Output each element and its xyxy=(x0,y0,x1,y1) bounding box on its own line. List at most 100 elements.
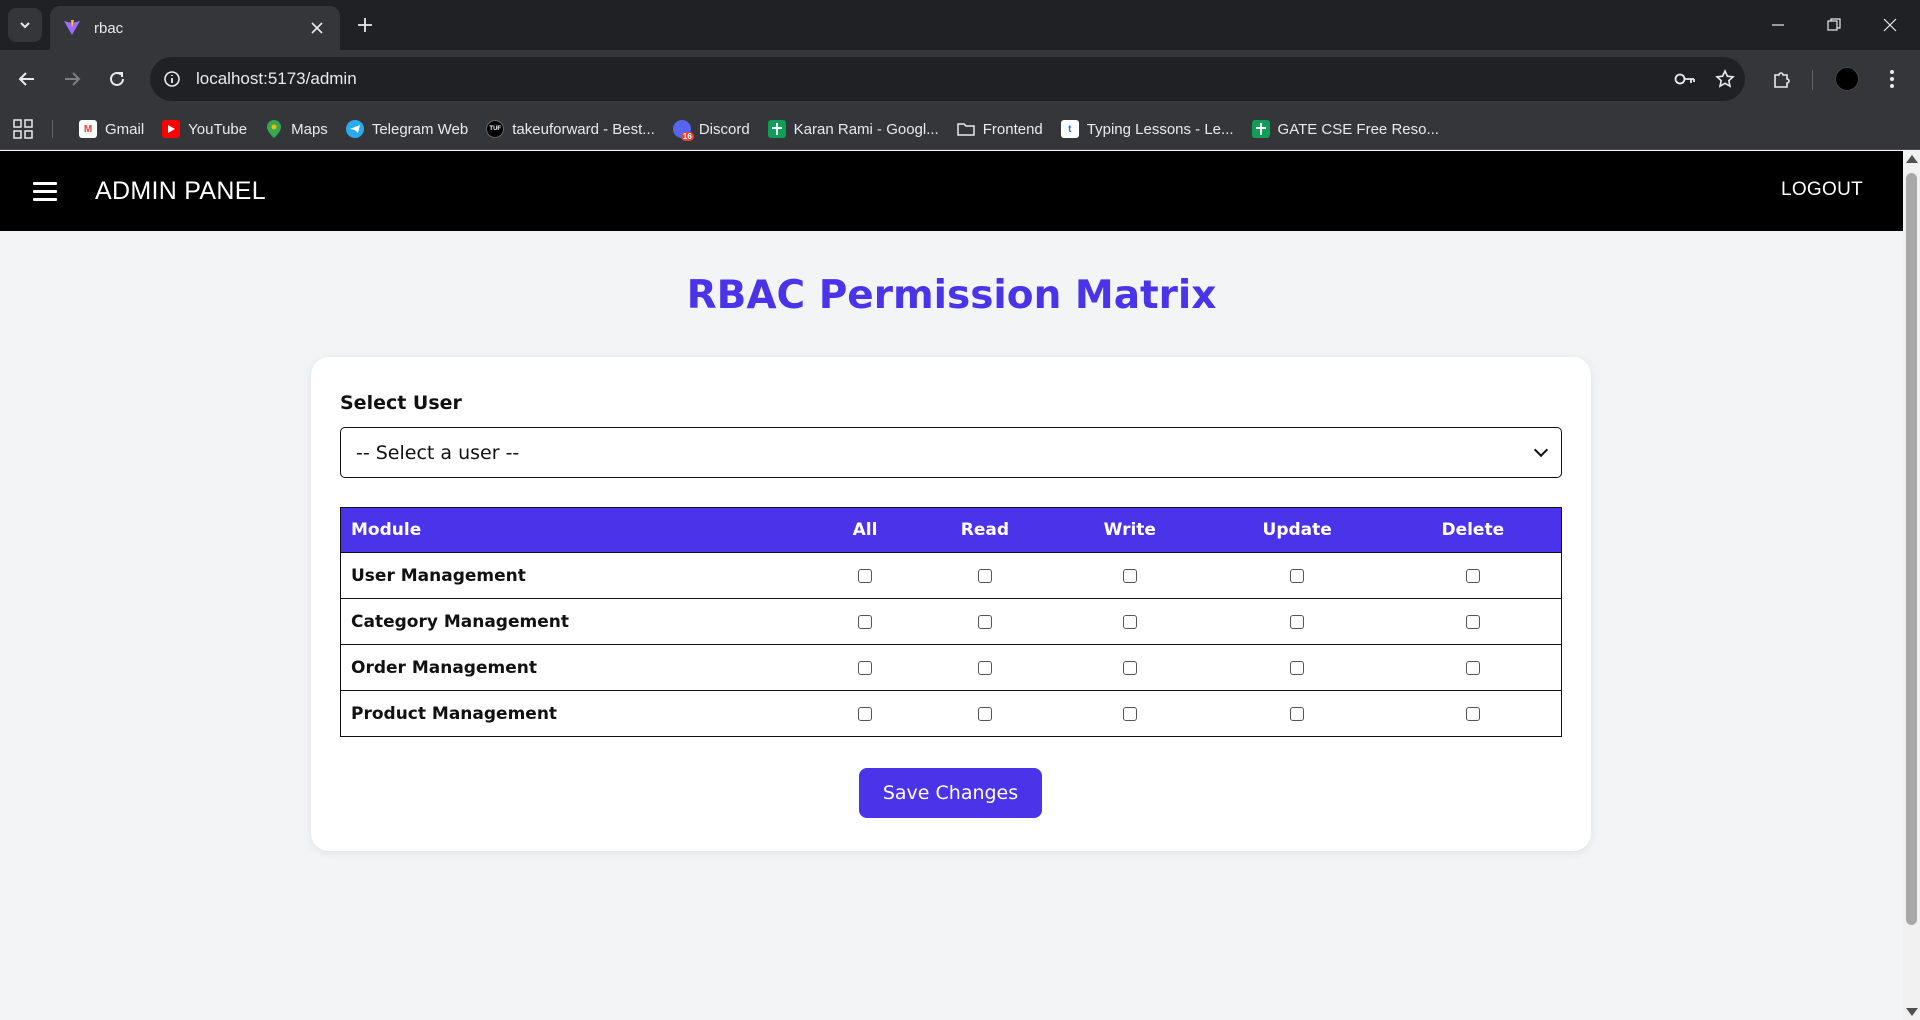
apps-grid-icon[interactable] xyxy=(12,118,34,140)
password-key-icon[interactable] xyxy=(1665,59,1705,99)
checkbox-update[interactable] xyxy=(1290,706,1305,721)
bookmark-label: GATE CSE Free Reso... xyxy=(1277,120,1439,138)
bookmark-discord[interactable]: 16 Discord xyxy=(666,114,757,144)
scroll-down-arrow-icon[interactable] xyxy=(1906,1008,1918,1016)
bookmark-telegram[interactable]: Telegram Web xyxy=(339,114,475,144)
bookmark-star-icon[interactable] xyxy=(1705,59,1745,99)
column-header-module: Module xyxy=(340,507,811,553)
column-header-write: Write xyxy=(1049,507,1210,553)
sheets-icon xyxy=(1251,120,1270,138)
checkbox-write[interactable] xyxy=(1122,568,1137,583)
hamburger-menu-icon[interactable] xyxy=(30,177,60,205)
bookmark-label: Gmail xyxy=(105,120,145,138)
logout-button[interactable]: LOGOUT xyxy=(1781,179,1863,201)
extensions-button[interactable] xyxy=(1765,62,1799,96)
app-title: ADMIN PANEL xyxy=(95,177,266,205)
module-name: Product Management xyxy=(340,690,811,737)
bookmark-label: Karan Rami - Googl... xyxy=(793,120,939,138)
tuf-icon: TUF xyxy=(486,120,505,138)
page-scrollbar[interactable] xyxy=(1903,151,1920,1020)
table-row: Category Management xyxy=(340,598,1562,645)
table-header-row: Module All Read Write Update Delete xyxy=(340,507,1562,553)
bookmark-label: Maps xyxy=(291,120,328,138)
checkbox-all[interactable] xyxy=(858,660,873,675)
bookmark-frontend-folder[interactable]: Frontend xyxy=(950,114,1050,144)
checkbox-read[interactable] xyxy=(977,614,992,629)
browser-tab[interactable]: rbac xyxy=(50,6,340,50)
restore-button[interactable] xyxy=(1806,0,1862,50)
checkbox-read[interactable] xyxy=(977,706,992,721)
checkbox-write[interactable] xyxy=(1122,706,1137,721)
back-button[interactable] xyxy=(10,62,44,96)
checkbox-delete[interactable] xyxy=(1465,568,1480,583)
bookmark-gmail[interactable]: M Gmail xyxy=(72,114,151,144)
bookmark-label: Telegram Web xyxy=(371,120,469,138)
bookmark-label: Frontend xyxy=(982,120,1043,138)
select-user-label: Select User xyxy=(340,392,462,414)
bookmark-takeuforward[interactable]: TUF takeuforward - Best... xyxy=(479,114,662,144)
save-changes-button[interactable]: Save Changes xyxy=(859,768,1042,818)
module-name: Category Management xyxy=(340,598,811,645)
bookmarks-divider xyxy=(52,120,53,138)
bookmark-list: M Gmail YouTube Maps Telegram Web TUF ta… xyxy=(72,108,1450,150)
checkbox-write[interactable] xyxy=(1122,614,1137,629)
profile-button[interactable] xyxy=(1830,62,1864,96)
bookmark-typing-lessons[interactable]: t Typing Lessons - Le... xyxy=(1054,114,1241,144)
typing-icon: t xyxy=(1060,120,1079,138)
bookmark-gate-cse[interactable]: GATE CSE Free Reso... xyxy=(1245,114,1446,144)
checkbox-delete[interactable] xyxy=(1465,614,1480,629)
restore-icon xyxy=(1827,18,1841,31)
reload-button[interactable] xyxy=(100,62,134,96)
checkbox-delete[interactable] xyxy=(1465,706,1480,721)
minimize-icon xyxy=(1772,24,1784,26)
table-row: Order Management xyxy=(340,644,1562,691)
url-text: localhost:5173/admin xyxy=(196,69,357,88)
page-title: RBAC Permission Matrix xyxy=(686,273,1217,318)
vite-icon xyxy=(62,18,82,38)
checkbox-update[interactable] xyxy=(1290,568,1305,583)
close-tab-icon[interactable] xyxy=(306,17,328,39)
tab-title: rbac xyxy=(94,19,124,37)
app-header: ADMIN PANEL LOGOUT xyxy=(0,151,1903,231)
checkbox-all[interactable] xyxy=(858,614,873,629)
checkbox-delete[interactable] xyxy=(1465,660,1480,675)
scroll-up-arrow-icon[interactable] xyxy=(1906,155,1918,163)
checkbox-update[interactable] xyxy=(1290,614,1305,629)
telegram-icon xyxy=(345,120,364,138)
new-tab-button[interactable] xyxy=(350,10,380,40)
checkbox-update[interactable] xyxy=(1290,660,1305,675)
module-name: User Management xyxy=(340,552,811,599)
minimize-button[interactable] xyxy=(1750,0,1806,50)
bookmark-karan-rami[interactable]: Karan Rami - Googl... xyxy=(761,114,946,144)
chevron-down-icon xyxy=(1533,442,1549,457)
address-bar[interactable]: localhost:5173/admin xyxy=(150,57,1745,101)
checkbox-write[interactable] xyxy=(1122,660,1137,675)
tab-search-button[interactable] xyxy=(8,8,42,42)
bookmarks-bar: M Gmail YouTube Maps Telegram Web TUF ta… xyxy=(0,108,1920,150)
bookmark-youtube[interactable]: YouTube xyxy=(155,114,254,144)
bookmark-label: takeuforward - Best... xyxy=(512,120,655,138)
browser-menu-button[interactable] xyxy=(1875,62,1909,96)
close-window-button[interactable] xyxy=(1862,0,1918,50)
column-header-all: All xyxy=(810,507,920,553)
reload-icon xyxy=(110,71,124,86)
module-name: Order Management xyxy=(340,644,811,691)
checkbox-read[interactable] xyxy=(977,660,992,675)
user-select-value: -- Select a user -- xyxy=(356,441,520,464)
bookmark-label: Discord xyxy=(698,120,750,138)
checkbox-read[interactable] xyxy=(977,568,992,583)
sheets-icon xyxy=(767,120,786,138)
checkbox-all[interactable] xyxy=(858,706,873,721)
checkbox-all[interactable] xyxy=(858,568,873,583)
table-row: Product Management xyxy=(340,690,1562,737)
discord-icon: 16 xyxy=(672,120,694,141)
scrollbar-thumb[interactable] xyxy=(1906,173,1917,925)
puzzle-icon xyxy=(1774,72,1790,88)
site-info-icon[interactable] xyxy=(150,57,194,101)
bookmark-maps[interactable]: Maps xyxy=(258,114,335,144)
column-header-delete: Delete xyxy=(1384,507,1562,553)
user-select[interactable]: -- Select a user -- xyxy=(340,427,1562,478)
chevron-down-icon xyxy=(20,22,30,29)
column-header-update: Update xyxy=(1209,507,1385,553)
forward-button[interactable] xyxy=(55,62,89,96)
